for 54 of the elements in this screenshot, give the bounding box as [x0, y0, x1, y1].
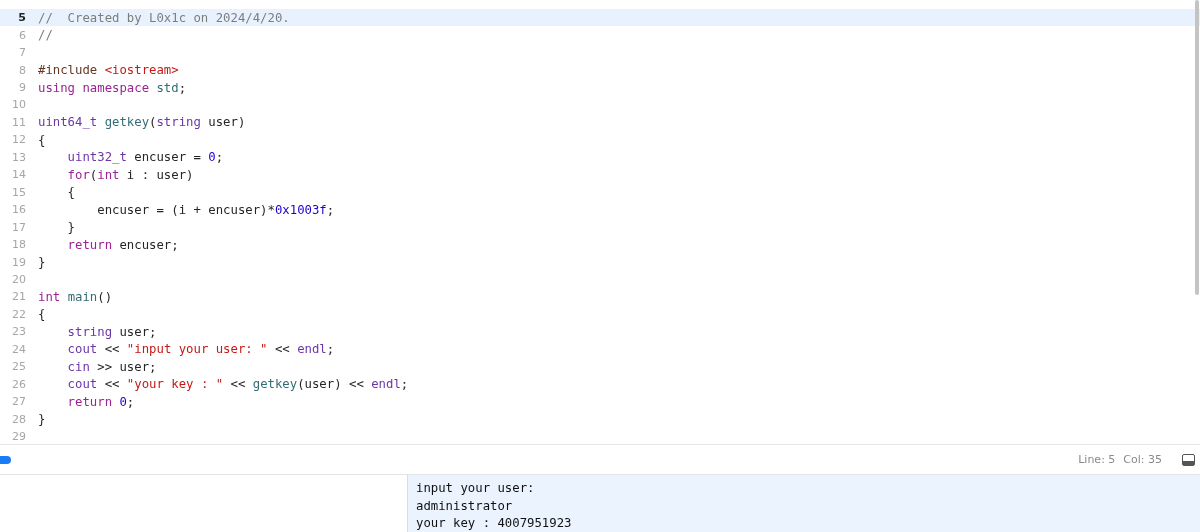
line-number: 8	[18, 63, 26, 77]
code-line: }	[66, 220, 76, 235]
line-number: 25	[11, 360, 26, 374]
status-indicator[interactable]	[0, 455, 11, 464]
line-number: 26	[11, 377, 26, 391]
code-line: int main()	[38, 289, 113, 304]
line-number: 18	[11, 238, 26, 252]
code-line: encuser = (i + encuser)*0x1003f;	[96, 202, 335, 217]
line-number: 28	[11, 412, 26, 426]
code-line: string user;	[66, 324, 157, 339]
line-number: 22	[11, 307, 26, 321]
code-line: uint64_t getkey(string user)	[38, 115, 246, 130]
line-number: 14	[11, 168, 26, 182]
console-line: administrator	[416, 497, 514, 515]
line-number: 6	[18, 28, 26, 42]
line-number: 20	[11, 273, 26, 286]
code-line: }	[38, 255, 46, 270]
code-line: }	[38, 412, 46, 427]
line-number: 29	[11, 430, 26, 444]
line-number: 15	[11, 185, 26, 199]
panel-toggle-icon[interactable]	[1182, 453, 1195, 466]
code-line: // Created by L0x1c on 2024/4/20.	[38, 10, 290, 25]
line-number: 13	[11, 150, 26, 164]
line-number: 17	[11, 220, 26, 234]
code-line: uint32_t encuser = 0;	[66, 150, 224, 165]
code-line: {	[66, 185, 76, 200]
line-number: 10	[11, 98, 26, 112]
line-indicator: Line: 5	[1078, 453, 1116, 466]
code-line: //	[38, 28, 53, 43]
code-line: cin >> user;	[66, 359, 157, 374]
line-number: 5	[17, 11, 26, 25]
code-line: {	[38, 307, 46, 322]
code-line: return encuser;	[66, 237, 179, 252]
code-line: return 0;	[66, 394, 135, 409]
code-line: cout << "your key : " << getkey(user) << endl;	[66, 377, 409, 392]
code-line: #include <iostream>	[38, 63, 179, 78]
code-line: cout << "input your user: " << endl;	[66, 342, 335, 357]
line-number: 16	[11, 203, 26, 217]
scrollbar[interactable]	[1195, 0, 1199, 295]
code-line: using namespace std;	[38, 80, 187, 95]
line-number: 11	[11, 115, 26, 129]
code-line: for(int i : user)	[66, 167, 194, 182]
line-number: 19	[11, 255, 26, 269]
line-number: 12	[11, 133, 26, 147]
column-indicator: Col: 35	[1123, 453, 1162, 466]
line-number: 9	[18, 81, 26, 95]
line-number: 27	[11, 395, 26, 409]
line-number: 23	[11, 325, 26, 339]
line-number: 7	[18, 46, 26, 60]
code-line: {	[38, 132, 46, 147]
line-number: 24	[11, 342, 26, 356]
console-line: your key : 4007951923	[416, 515, 573, 532]
line-number: 21	[11, 290, 26, 304]
console-line: input your user:	[416, 480, 536, 497]
